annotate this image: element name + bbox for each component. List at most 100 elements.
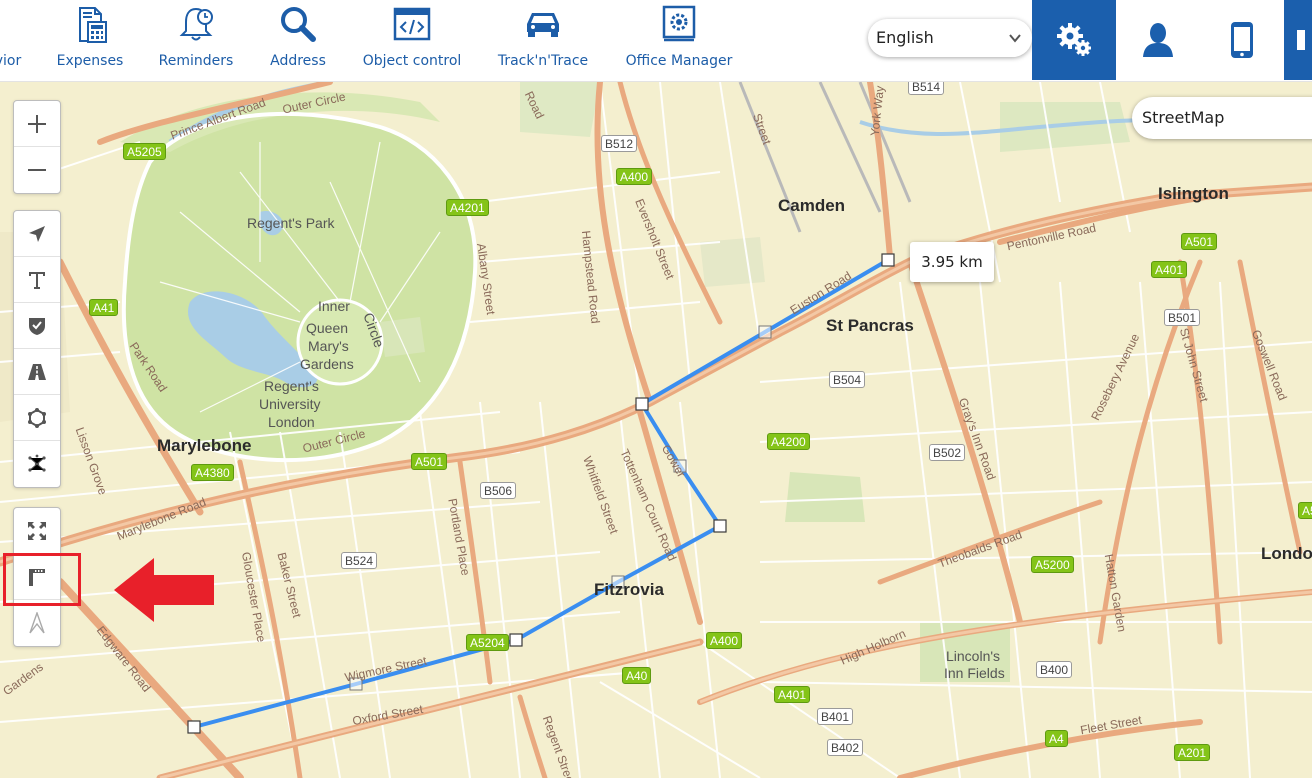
- layer-value: StreetMap: [1142, 108, 1225, 127]
- bell-clock-icon: [179, 7, 213, 41]
- place-label: Queen: [306, 320, 349, 336]
- car-icon: [527, 13, 559, 37]
- nav-office-manager[interactable]: Office Manager: [618, 0, 740, 81]
- user-button[interactable]: [1116, 0, 1200, 80]
- nav-expenses-label: Expenses: [56, 53, 124, 69]
- road-badge: B506: [480, 482, 517, 499]
- road-badge: A501: [411, 453, 448, 470]
- road-badge: B504: [829, 371, 866, 388]
- layer-select[interactable]: StreetMap: [1132, 97, 1312, 139]
- place-label: Islington: [1158, 184, 1229, 203]
- cluster-tool[interactable]: [14, 441, 60, 487]
- route-vertex[interactable]: [881, 253, 895, 267]
- road-badge: A5: [1298, 502, 1312, 519]
- place-label: London: [268, 414, 315, 430]
- map-base-layer: [0, 82, 1312, 778]
- geofence-tool[interactable]: [14, 303, 60, 349]
- road-badge: A401: [774, 686, 811, 703]
- road-badge: B401: [817, 708, 854, 725]
- place-label: Regent's: [264, 378, 319, 394]
- nav-address-label: Address: [270, 53, 326, 69]
- road-badge: B400: [1036, 661, 1073, 678]
- road-badge: A4: [1045, 730, 1068, 747]
- distance-label: 3.95 km: [910, 242, 994, 282]
- place-label: Inn Fields: [944, 665, 1005, 681]
- place-label: Mary's: [308, 338, 349, 354]
- overflow-menu-button[interactable]: [1284, 0, 1312, 80]
- route-vertex[interactable]: [509, 633, 523, 647]
- settings-button[interactable]: [1032, 0, 1116, 80]
- calculator-icon: [79, 7, 107, 43]
- polygon-icon: [28, 407, 46, 428]
- road-badge: A41: [89, 299, 119, 316]
- mobile-button[interactable]: [1200, 0, 1284, 80]
- zoom-out-button[interactable]: [14, 147, 60, 193]
- place-label: St Pancras: [826, 316, 914, 335]
- place-label: Londo: [1261, 544, 1312, 563]
- road-badge: A400: [616, 168, 653, 185]
- road-badge: A5205: [123, 143, 166, 160]
- zoom-in-button[interactable]: [14, 101, 60, 147]
- partial-icon: [1297, 30, 1305, 50]
- road-badge: B512: [601, 135, 638, 152]
- place-label: Regent's Park: [247, 215, 335, 231]
- place-label: Lincoln's: [946, 648, 1001, 664]
- ruler-highlight-box: [3, 553, 81, 606]
- navigate-icon: [29, 225, 45, 242]
- fullscreen-button[interactable]: [14, 508, 60, 554]
- navigate-tool[interactable]: [14, 211, 60, 257]
- route-midpoint[interactable]: [758, 325, 772, 339]
- settings-icon: [1057, 23, 1091, 56]
- nav-track-n-trace[interactable]: Track'n'Trace: [490, 0, 596, 81]
- magnifier-icon: [281, 7, 316, 42]
- zoom-out-icon: [28, 169, 46, 171]
- road-badge: A40: [622, 667, 652, 684]
- shield-icon: [29, 317, 45, 335]
- nav-office-manager-label: Office Manager: [625, 53, 733, 69]
- route-vertex[interactable]: [635, 397, 649, 411]
- road-icon: [28, 363, 46, 380]
- place-label: Fitzrovia: [594, 580, 664, 599]
- place-label: University: [259, 396, 321, 412]
- nav-behavior[interactable]: vior: [0, 0, 40, 81]
- route-vertex[interactable]: [713, 519, 727, 533]
- top-navigation: vior Expenses Reminders Address: [0, 0, 1312, 82]
- nav-behavior-label: vior: [0, 53, 22, 69]
- road-tool[interactable]: [14, 349, 60, 395]
- road-badge: A5200: [1031, 556, 1074, 573]
- road-badge: A400: [706, 632, 743, 649]
- nav-reminders[interactable]: Reminders: [152, 0, 240, 81]
- code-window-icon: [393, 7, 431, 41]
- language-value: English: [876, 28, 934, 47]
- zoom-in-icon: [28, 114, 46, 133]
- road-badge: A4201: [446, 199, 489, 216]
- zoom-controls: [13, 100, 61, 194]
- nav-expenses[interactable]: Expenses: [48, 0, 132, 81]
- nav-address[interactable]: Address: [262, 0, 334, 81]
- road-badge: B524: [341, 552, 378, 569]
- route-vertex[interactable]: [187, 720, 201, 734]
- place-label: Inner: [318, 298, 350, 314]
- road-badge: A5204: [466, 634, 509, 651]
- fullscreen-icon: [28, 521, 46, 540]
- polygon-tool[interactable]: [14, 395, 60, 441]
- chevron-down-icon: [1009, 34, 1021, 43]
- text-tool[interactable]: [14, 257, 60, 303]
- map-tools: [13, 210, 61, 488]
- road-badge: A501: [1181, 233, 1218, 250]
- map-canvas[interactable]: Camden St Pancras Islington Marylebone F…: [0, 82, 1312, 778]
- language-select[interactable]: English: [868, 19, 1032, 57]
- compass-button[interactable]: [14, 600, 60, 646]
- mobile-icon: [1231, 22, 1253, 58]
- office-gear-icon: [662, 5, 696, 42]
- place-label: Marylebone: [157, 436, 252, 455]
- user-icon: [1143, 23, 1173, 57]
- road-badge: A4200: [767, 433, 810, 450]
- nav-object-control[interactable]: Object control: [356, 0, 468, 81]
- nav-track-n-trace-label: Track'n'Trace: [497, 53, 589, 69]
- compass-icon: [29, 612, 45, 634]
- road-badge: A201: [1174, 744, 1211, 761]
- text-icon: [29, 271, 45, 289]
- nav-object-control-label: Object control: [362, 53, 462, 69]
- cluster-icon: [28, 454, 46, 472]
